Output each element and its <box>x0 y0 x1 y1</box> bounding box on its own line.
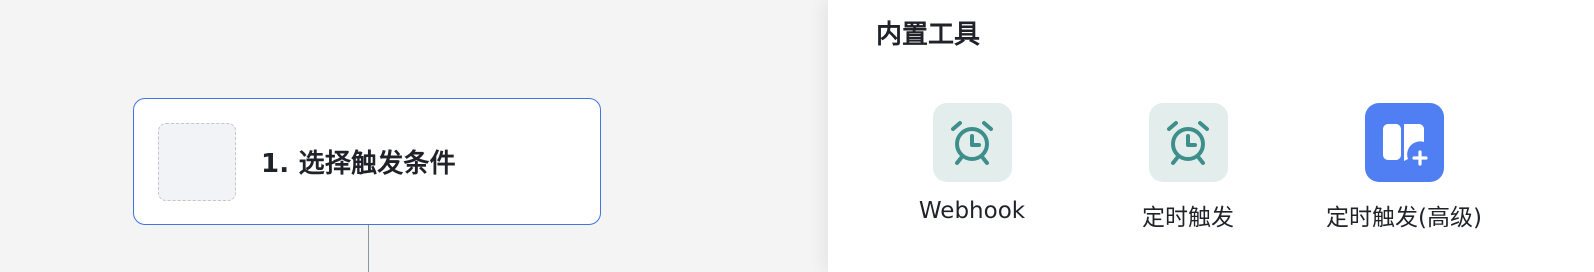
workflow-canvas[interactable]: 1. 选择触发条件 <box>0 0 828 272</box>
node-icon-placeholder <box>158 122 236 201</box>
alarm-clock-icon <box>932 103 1012 182</box>
tool-scheduled-trigger[interactable]: 定时触发 <box>1098 103 1278 232</box>
book-plus-icon <box>1364 103 1444 182</box>
builtin-tools-panel: 内置工具 Webhook 定时触发 定时触发(高级) <box>828 0 1594 272</box>
tool-scheduled-trigger-advanced[interactable]: 定时触发(高级) <box>1314 103 1494 232</box>
alarm-clock-icon <box>1148 103 1228 182</box>
trigger-node[interactable]: 1. 选择触发条件 <box>133 98 601 225</box>
trigger-node-title: 1. 选择触发条件 <box>261 149 456 179</box>
tool-label: 定时触发 <box>1142 205 1234 231</box>
connector-line <box>368 225 369 272</box>
tool-webhook[interactable]: Webhook <box>882 103 1062 224</box>
panel-title: 内置工具 <box>876 20 981 50</box>
tool-label: Webhook <box>918 198 1026 224</box>
tool-label: 定时触发(高级) <box>1326 205 1482 231</box>
